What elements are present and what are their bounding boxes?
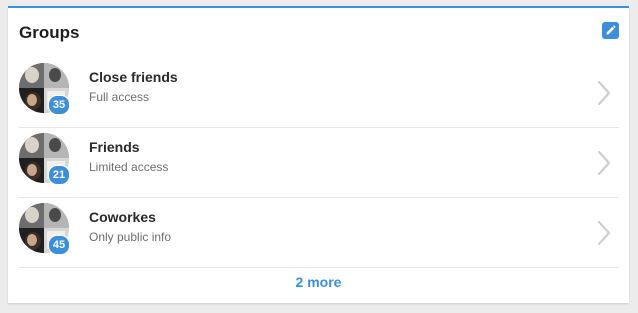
groups-list: 35 Close friends Full access 21 Friends … — [19, 58, 619, 268]
group-row-close-friends[interactable]: 35 Close friends Full access — [19, 58, 619, 128]
pencil-icon — [606, 25, 616, 35]
group-avatar: 21 — [19, 133, 70, 185]
group-text: Close friends Full access — [89, 68, 178, 105]
group-avatar: 35 — [19, 63, 70, 115]
group-avatar: 45 — [19, 203, 70, 255]
chevron-right-icon — [597, 80, 611, 106]
card-title: Groups — [19, 23, 80, 42]
show-more-link[interactable]: 2 more — [8, 274, 629, 290]
group-row-friends[interactable]: 21 Friends Limited access — [19, 128, 619, 198]
chevron-right-icon — [597, 150, 611, 176]
group-name: Close friends — [89, 69, 178, 85]
member-count-badge: 21 — [48, 165, 70, 185]
group-access: Only public info — [89, 230, 172, 244]
group-name: Coworkes — [89, 209, 156, 225]
group-row-coworkes[interactable]: 45 Coworkes Only public info — [19, 198, 619, 268]
groups-card: Groups 35 Close friends Full access 21 F… — [8, 6, 629, 303]
group-name: Friends — [89, 139, 140, 155]
chevron-right-icon — [597, 220, 611, 246]
member-count-badge: 45 — [48, 235, 70, 255]
group-access: Full access — [89, 90, 150, 104]
group-access: Limited access — [89, 160, 169, 174]
group-text: Friends Limited access — [89, 138, 168, 175]
group-text: Coworkes Only public info — [89, 208, 171, 245]
member-count-badge: 35 — [48, 95, 70, 115]
edit-groups-button[interactable] — [602, 22, 619, 39]
card-header: Groups — [19, 22, 619, 44]
